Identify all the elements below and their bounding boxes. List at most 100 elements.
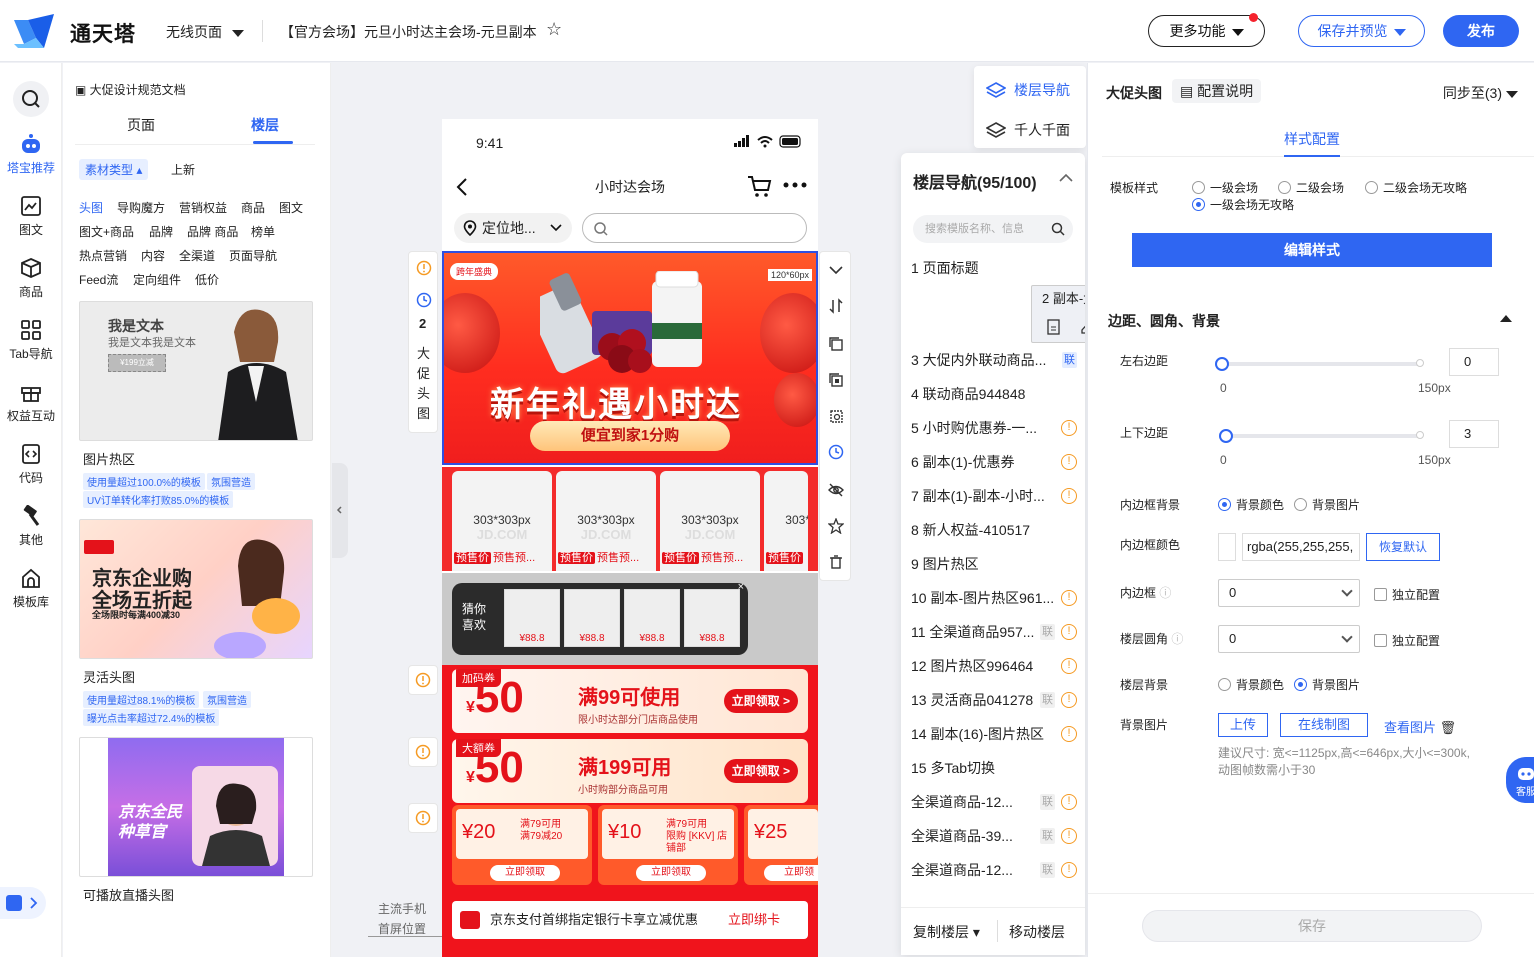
copy-icon[interactable] xyxy=(828,336,844,352)
upload-button[interactable]: 上传 xyxy=(1218,713,1268,737)
category-item[interactable]: 图文+商品 xyxy=(79,223,134,240)
tb-margin-slider[interactable] xyxy=(1218,429,1424,443)
product-card[interactable]: 303*303px预售价 xyxy=(764,471,808,571)
lr-margin-input[interactable]: 0 xyxy=(1449,348,1499,376)
floor-list-item[interactable]: 1 页面标题 xyxy=(901,251,1085,285)
collapse-panel-handle[interactable] xyxy=(332,463,348,558)
category-item[interactable]: 低价 xyxy=(195,271,219,288)
customer-service-button[interactable]: 客服 xyxy=(1506,757,1534,803)
floor-warning-button[interactable] xyxy=(408,665,438,695)
claim-button[interactable]: 立即领取 > xyxy=(723,759,798,783)
radius-select[interactable]: 0 xyxy=(1218,625,1360,653)
floor-list-item[interactable]: 7 副本(1)-副本-小时...! xyxy=(901,479,1085,513)
tab-style-config[interactable]: 样式配置 xyxy=(1284,129,1340,149)
category-item[interactable]: Feed流 xyxy=(79,271,118,288)
rail-item-template-lib[interactable]: 模板库 xyxy=(0,567,62,610)
floor-list-item[interactable]: 9 图片热区 xyxy=(901,547,1085,581)
personalization-toggle[interactable]: 千人千面 xyxy=(985,120,1070,140)
claim-button[interactable]: 立即领取 xyxy=(636,865,706,881)
radio-bg-color[interactable]: 背景颜色 xyxy=(1218,496,1284,513)
inner-border-select[interactable]: 0 xyxy=(1218,579,1360,607)
color-swatch[interactable] xyxy=(1218,533,1236,561)
floor-list-item[interactable]: 12 图片热区996464! xyxy=(901,649,1085,683)
star-icon[interactable] xyxy=(828,518,844,534)
small-coupon[interactable]: ¥10 满79可用 限购 [KKV] 店铺部 立即领取 xyxy=(598,805,738,885)
small-coupon[interactable]: ¥25 立即领 xyxy=(744,805,818,885)
search-input[interactable] xyxy=(582,213,807,243)
guess-you-like-card[interactable]: 猜你喜欢 ¥88.8 ¥88.8 ¥88.8 ¥88.8 × xyxy=(452,581,748,655)
clock-icon[interactable] xyxy=(828,444,844,460)
color-value-input[interactable]: rgba(255,255,255, xyxy=(1242,533,1360,561)
category-item[interactable]: 全渠道 xyxy=(179,247,215,264)
radio-level2[interactable]: 二级会场 xyxy=(1278,179,1344,196)
rail-item-code[interactable]: 代码 xyxy=(0,443,62,486)
view-image-link[interactable]: 查看图片 🗑 xyxy=(1384,717,1456,736)
close-icon[interactable]: × xyxy=(738,581,744,593)
edit-style-button[interactable]: 编辑样式 xyxy=(1132,233,1492,267)
reset-default-button[interactable]: 恢复默认 xyxy=(1366,533,1440,561)
radio-bg-image[interactable]: 背景图片 xyxy=(1294,496,1360,513)
design-doc-link[interactable]: ▣ 大促设计规范文档 xyxy=(75,81,186,98)
slider-knob[interactable] xyxy=(1218,429,1233,443)
payment-banner[interactable]: 京东支付首绑指定银行卡享立减优惠 立即绑卡 xyxy=(452,901,808,939)
floor-list-item[interactable]: 6 副本(1)-优惠券! xyxy=(901,445,1085,479)
category-item[interactable]: 营销权益 xyxy=(179,199,227,216)
category-item[interactable]: 榜单 xyxy=(251,223,275,240)
radio-level1-no-guide[interactable]: 一级会场无攻略 xyxy=(1192,196,1294,213)
floor-list-item[interactable]: 13 灵活商品041278! 联 xyxy=(901,683,1085,717)
guess-item[interactable]: ¥88.8 xyxy=(504,589,560,647)
floor-list-item[interactable]: 2 副本-大促头图! xyxy=(1031,285,1085,343)
small-coupon[interactable]: ¥20 满79可用 满79减20 立即领取 xyxy=(452,805,592,885)
radio-floor-bg-image[interactable]: 背景图片 xyxy=(1294,676,1360,693)
floor-list-item[interactable]: 10 副本-图片热区961...! xyxy=(901,581,1085,615)
rail-item-recommend[interactable]: 塔宝推荐 xyxy=(0,133,62,176)
floor-list-item[interactable]: 11 全渠道商品957...! 联 xyxy=(901,615,1085,649)
independent-config-checkbox[interactable]: 独立配置 xyxy=(1374,632,1440,649)
save-button[interactable]: 保存 xyxy=(1142,910,1482,942)
lr-margin-slider[interactable] xyxy=(1215,357,1424,371)
floor-warning-button[interactable] xyxy=(408,803,438,833)
rail-item-goods[interactable]: 商品 xyxy=(0,257,62,300)
hide-icon[interactable] xyxy=(828,482,844,498)
claim-button[interactable]: 立即领取 xyxy=(490,865,560,881)
floor-list-item[interactable]: 全渠道商品-12...! 联 xyxy=(901,785,1085,819)
tb-margin-input[interactable]: 3 xyxy=(1449,420,1499,448)
floor-list-item[interactable]: 15 多Tab切换 xyxy=(901,751,1085,785)
guess-item[interactable]: ¥88.8 xyxy=(684,589,740,647)
chevron-down-icon[interactable] xyxy=(828,262,844,278)
floor-list-item[interactable]: 全渠道商品-12...! 联 xyxy=(901,853,1085,887)
search-button[interactable] xyxy=(13,81,49,117)
publish-button[interactable]: 发布 xyxy=(1443,15,1519,47)
trash-icon[interactable] xyxy=(828,554,844,570)
radio-level2-no-guide[interactable]: 二级会场无攻略 xyxy=(1365,179,1467,196)
guess-item[interactable]: ¥88.8 xyxy=(564,589,620,647)
schedule-copy-icon[interactable] xyxy=(828,408,844,424)
category-item[interactable]: 商品 xyxy=(241,199,265,216)
rail-item-image-text[interactable]: 图文 xyxy=(0,195,62,238)
coupon-card[interactable]: 加码券 ¥50 满99可使用 限小时达部分门店商品使用 立即领取 > xyxy=(452,669,808,733)
independent-config-checkbox[interactable]: 独立配置 xyxy=(1374,586,1440,603)
new-filter[interactable]: 上新 xyxy=(171,161,195,178)
radio-floor-bg-color[interactable]: 背景颜色 xyxy=(1218,676,1284,693)
claim-button[interactable]: 立即领 xyxy=(764,865,818,881)
floor-list-item[interactable]: 3 大促内外联动商品... 联 xyxy=(901,343,1085,377)
category-item[interactable]: 热点营销 xyxy=(79,247,127,264)
floor-item-tool-icons[interactable] xyxy=(1046,318,1085,338)
category-item[interactable]: 头图 xyxy=(79,199,103,216)
category-item[interactable]: 导购魔方 xyxy=(117,199,165,216)
tab-page[interactable]: 页面 xyxy=(127,115,155,135)
caret-up-icon[interactable] xyxy=(1500,315,1512,322)
radio-level1[interactable]: 一级会场 xyxy=(1192,179,1258,196)
location-selector[interactable]: 定位地... xyxy=(454,213,572,243)
template-card-live-banner[interactable]: 京东全民 种草官 xyxy=(79,737,313,877)
more-functions-button[interactable]: 更多功能 xyxy=(1148,13,1265,47)
rail-item-tab-nav[interactable]: Tab导航 xyxy=(0,319,62,362)
move-floor-button[interactable]: 移动楼层 xyxy=(1009,922,1065,942)
floor-nav-toggle[interactable]: 楼层导航 xyxy=(985,80,1070,100)
category-item[interactable]: 品牌 商品 xyxy=(187,223,238,240)
floor-list-item[interactable]: 8 新人权益-410517 xyxy=(901,513,1085,547)
bind-card-link[interactable]: 立即绑卡 xyxy=(728,901,780,939)
category-item[interactable]: 品牌 xyxy=(149,223,173,240)
floor-list-item[interactable]: 全渠道商品-39...! 联 xyxy=(901,819,1085,853)
tab-floor[interactable]: 楼层 xyxy=(251,115,279,135)
